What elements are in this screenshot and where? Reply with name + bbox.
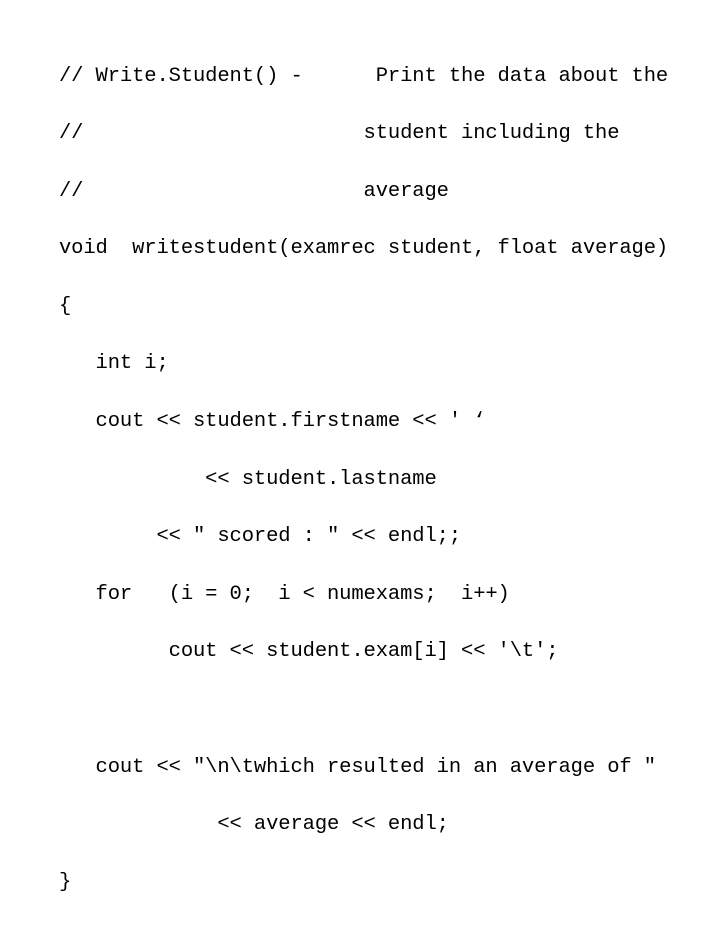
code-line: // average [59,179,449,203]
code-line: int i; [59,352,169,376]
code-line: cout << "\n\twhich resulted in an averag… [59,755,657,779]
code-line: for (i = 0; i < numexams; i++) [59,582,510,606]
code-line: << average << endl; [59,813,449,837]
code-line: void writestudent(examrec student, float… [59,237,669,261]
code-line: << " scored : " << endl;; [59,525,462,549]
code-line: cout << student.firstname << ' ‘ [59,410,486,434]
code-line: // Write.Student() - Print the data abou… [59,64,669,88]
code-listing: // Write.Student() - Print the data abou… [59,63,699,898]
code-line: << student.lastname [59,467,437,491]
slide-canvas: // Write.Student() - Print the data abou… [0,0,720,894]
code-line: { [59,294,72,318]
code-line: } [59,870,72,894]
code-block: // Write.Student() - Print the data abou… [59,63,699,898]
code-line: // student including the [59,122,620,146]
code-line: cout << student.exam[i] << '\t'; [59,640,559,664]
